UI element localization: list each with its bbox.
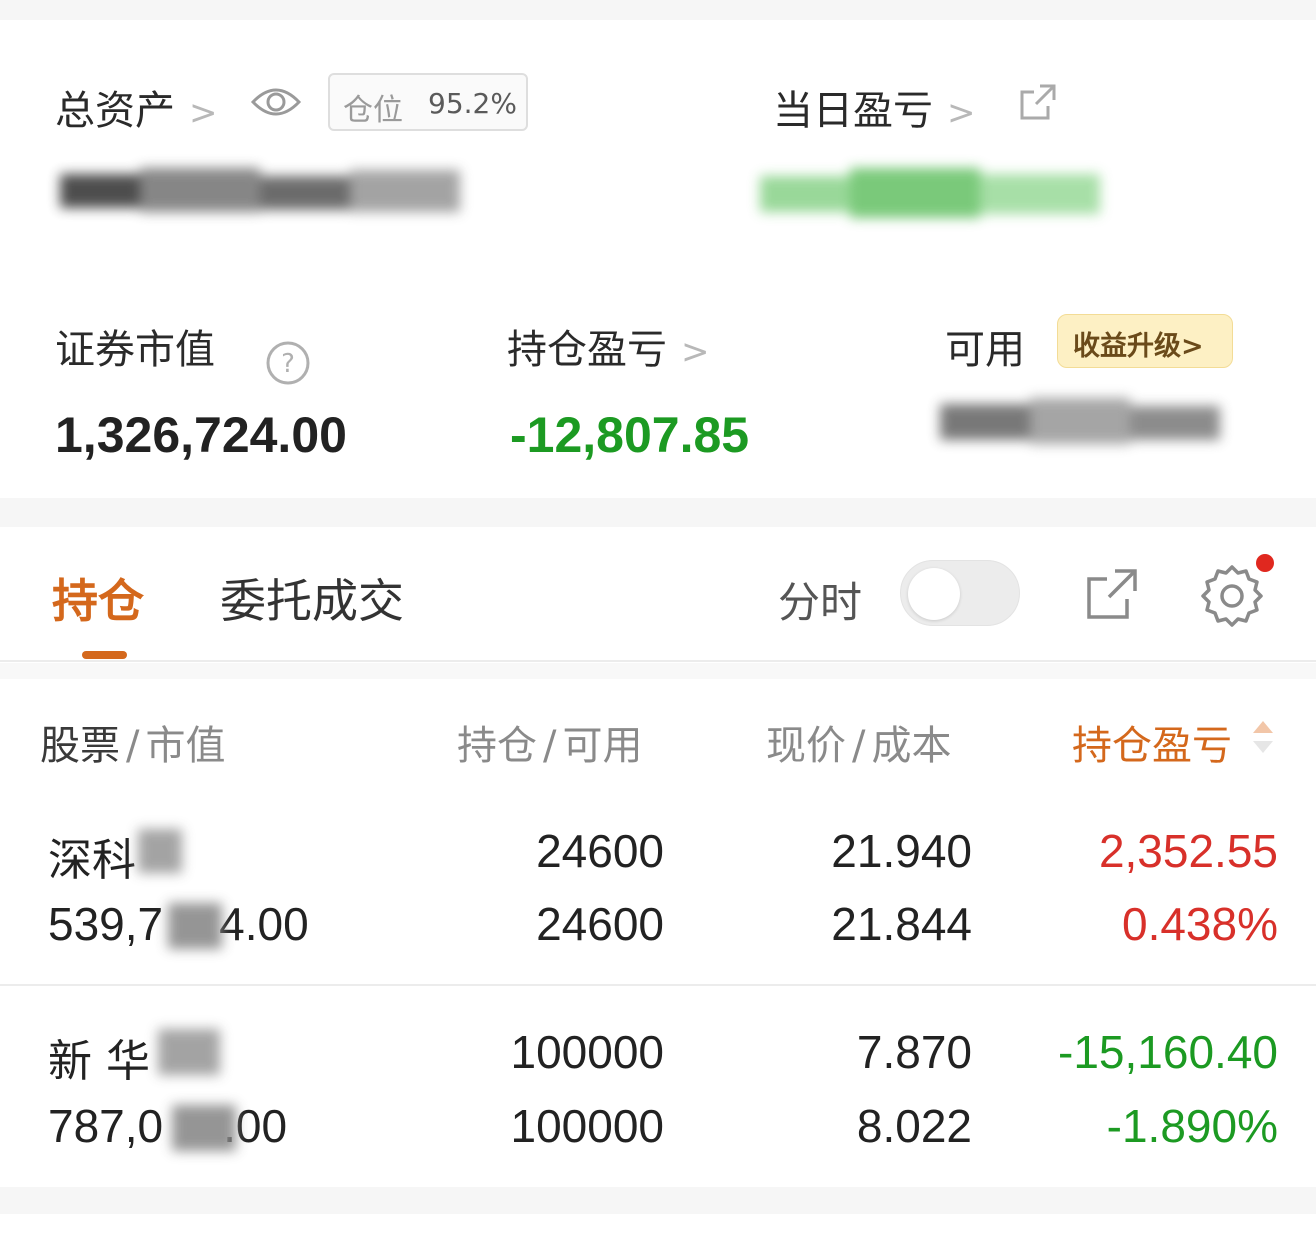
row1-quantity: 24600 [536,825,664,877]
holding-pnl-value: -12,807.85 [510,407,750,463]
time-share-label: 分时 [778,578,863,627]
available-label: 可用 [945,327,1025,373]
chevron-right-icon: > [189,93,218,133]
total-assets-label: 总资产 [55,88,175,134]
notification-dot [1256,554,1274,572]
row2-pnl-pct: -1.890% [1106,1100,1278,1152]
time-share-toggle[interactable] [900,560,1020,626]
export-icon[interactable] [1085,567,1139,625]
upgrade-returns-label: 收益升级> [1073,331,1204,362]
holding-pnl-link[interactable]: 持仓盈亏 > [507,317,710,375]
market-value-title: 证券市值 [55,317,215,375]
upgrade-returns-badge[interactable]: 收益升级> [1057,314,1233,368]
chevron-right-icon: > [681,332,710,372]
col-header-quantity: 持仓 / 可用 [457,723,643,769]
row2-quantity: 100000 [510,1026,665,1078]
tab-holdings[interactable]: 持仓 [52,565,144,631]
sort-icon[interactable] [1250,717,1276,761]
next-section-card [0,1214,1316,1244]
gear-icon[interactable] [1200,563,1264,631]
market-value: 1,326,724.00 [55,407,347,463]
svg-text:?: ? [281,349,295,379]
total-assets-value-redacted [60,168,460,218]
help-icon[interactable]: ? [265,340,311,390]
available-title: 可用 [945,317,1025,375]
col-header-stock: 股票 / 市值 [40,723,226,769]
row1-name-redacted [138,829,182,873]
position-label: 仓位 [343,93,403,128]
eye-icon[interactable] [250,82,302,126]
tabs-divider [0,660,1316,662]
row1-stock-name[interactable]: 深科 [48,824,136,888]
row1-price: 21.940 [831,825,972,877]
row-divider [0,984,1316,986]
chevron-right-icon: > [947,93,976,133]
toggle-knob [908,568,960,620]
position-value: 95.2% [428,87,517,120]
tab-active-indicator [82,651,127,659]
row1-available: 24600 [536,898,664,950]
row1-pnl-pct: 0.438% [1121,898,1278,950]
position-ratio-badge: 仓位 95.2% [328,73,528,131]
header-band [0,663,1316,679]
row1-cost: 21.844 [831,898,972,950]
positions-card: 持仓 委托成交 分时 股票/市值 持仓/可用 现价/成本 持仓盈亏 [0,527,1316,1187]
row2-name-redacted [158,1029,220,1075]
available-value-redacted [940,398,1220,446]
daily-pnl-value-redacted [760,168,1100,220]
market-value-label: 证券市值 [55,327,215,373]
daily-pnl-link[interactable]: 当日盈亏 > [773,78,976,136]
holding-pnl-label: 持仓盈亏 [507,327,667,373]
row1-value-redacted [168,903,222,949]
tab-orders[interactable]: 委托成交 [220,565,404,631]
row2-pnl: -15,160.40 [1058,1026,1278,1078]
account-summary-card: 总资产 > 仓位 95.2% 当日盈亏 > 证券市值 ? 1,326,724.0… [0,20,1316,498]
share-icon[interactable] [1018,82,1058,126]
row2-available: 100000 [510,1100,665,1152]
row1-pnl: 2,352.55 [1098,825,1278,877]
daily-pnl-label: 当日盈亏 [773,88,933,134]
col-header-price: 现价 / 成本 [766,723,952,769]
row2-cost: 8.022 [856,1100,972,1152]
row2-value-redacted [172,1105,236,1151]
row2-stock-name[interactable]: 新 华 [48,1025,150,1089]
total-assets-link[interactable]: 总资产 > [55,78,218,136]
col-header-holding-pnl[interactable]: 持仓盈亏 [1072,713,1232,771]
row2-market-value: 787,0.00 [48,1100,288,1152]
row2-price: 7.870 [856,1026,972,1078]
